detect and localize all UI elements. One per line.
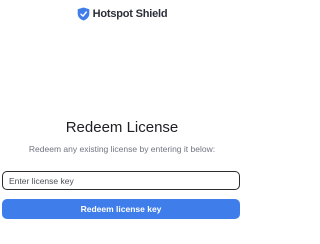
brand-header: Hotspot Shield: [0, 7, 244, 21]
license-key-input[interactable]: [2, 171, 240, 190]
page-title: Redeem License: [65, 119, 179, 136]
brand-name: Hotspot Shield: [92, 8, 168, 20]
redeem-license-button[interactable]: Redeem license key: [2, 199, 240, 219]
redeem-license-page: Hotspot Shield Redeem License Redeem any…: [0, 0, 244, 244]
page-subtitle: Redeem any existing license by entering …: [28, 144, 216, 154]
shield-logo-icon: [77, 7, 90, 21]
